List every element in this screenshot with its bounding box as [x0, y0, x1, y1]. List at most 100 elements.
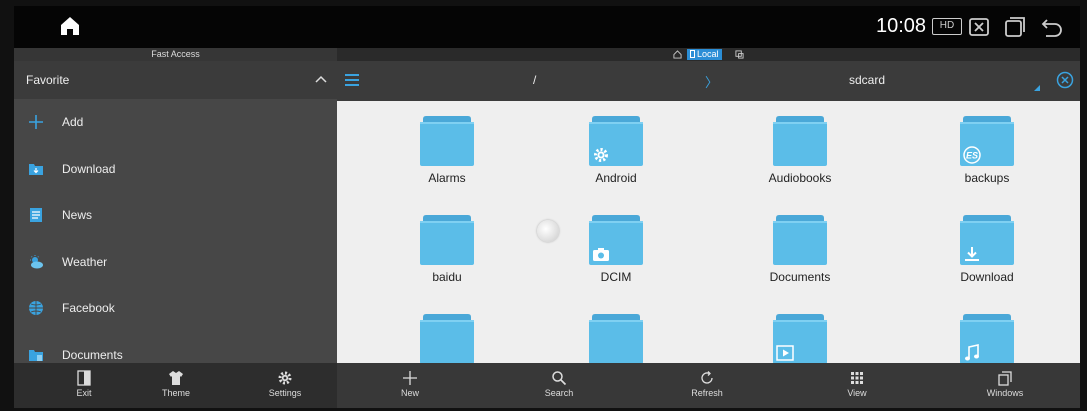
folder-item[interactable]: ES backups [927, 106, 1047, 196]
folder-item[interactable]: Documents [740, 205, 860, 295]
sidebar-item-facebook[interactable]: Facebook [14, 285, 337, 332]
camera-icon [593, 248, 609, 261]
back-icon[interactable] [1041, 16, 1063, 38]
sidebar-item-label: Documents [62, 347, 123, 362]
globe-icon [29, 301, 43, 315]
folder-item[interactable] [556, 304, 676, 363]
download-folder-icon [29, 163, 43, 175]
gear-icon [594, 148, 608, 162]
path-current[interactable]: sdcard [849, 73, 885, 87]
view-button[interactable]: View [837, 363, 877, 408]
sidebar-toolbar: Exit Theme Settings [14, 363, 337, 408]
folder-name: Download [960, 270, 1014, 284]
recent-apps-icon[interactable] [1004, 16, 1026, 38]
location-local-tab[interactable]: Local [687, 49, 722, 60]
folder-name: Audiobooks [768, 171, 832, 185]
settings-button[interactable]: Settings [263, 363, 307, 408]
path-bar: / 〉 sdcard [337, 61, 1080, 101]
fast-access-panel: Fast Access Favorite Add Download News W… [14, 48, 337, 363]
folder-item[interactable]: Android [556, 106, 676, 196]
sidebar-item-add[interactable]: Add [14, 99, 337, 146]
es-logo-icon: ES [963, 146, 981, 164]
refresh-button[interactable]: Refresh [685, 363, 729, 408]
windows-button[interactable]: Windows [980, 363, 1030, 408]
folder-name: DCIM [600, 270, 632, 284]
home-location-icon[interactable] [673, 50, 682, 59]
plus-icon [403, 371, 417, 385]
grid-view-icon [851, 372, 863, 384]
sidebar-item-label: News [62, 208, 93, 222]
network-location-icon[interactable] [735, 50, 744, 59]
home-icon[interactable] [58, 14, 82, 38]
screenshot-icon[interactable] [968, 16, 990, 38]
status-bar: 10:08 HD [14, 6, 1080, 48]
folder-name: Alarms [428, 171, 466, 185]
folder-item[interactable]: baidu [387, 205, 507, 295]
windows-icon [998, 371, 1012, 386]
sidebar-item-label: Weather [62, 254, 108, 269]
main-toolbar: New Search Refresh View Windows [337, 363, 1080, 408]
path-separator: 〉 [705, 75, 719, 90]
favorite-title: Favorite [26, 73, 70, 87]
sidebar-item-news[interactable]: News [14, 192, 337, 239]
new-label: New [400, 388, 419, 398]
sidebar-item-label: Facebook [62, 301, 115, 315]
sidebar-item-label: Add [62, 115, 84, 129]
folder-icon [420, 314, 474, 363]
sidebar-item-weather[interactable]: Weather [14, 239, 337, 286]
documents-icon [29, 349, 43, 361]
chevron-up-icon [315, 75, 327, 83]
exit-icon [77, 370, 91, 386]
search-label: Search [544, 388, 574, 398]
location-local-label: Local [697, 49, 719, 59]
menu-icon[interactable] [345, 74, 359, 86]
settings-label: Settings [268, 388, 302, 398]
shirt-icon [169, 371, 183, 385]
windows-label: Windows [986, 388, 1024, 398]
folder-item[interactable]: Audiobooks [740, 106, 860, 196]
folder-item[interactable] [927, 304, 1047, 363]
folder-name: Android [595, 171, 637, 185]
folder-name: Documents [769, 270, 831, 284]
folder-name: backups [964, 171, 1010, 185]
hd-badge: HD [932, 18, 962, 35]
dropdown-corner-icon [1034, 85, 1040, 91]
music-note-icon [965, 344, 979, 361]
favorite-section-header[interactable]: Favorite [14, 61, 337, 99]
folder-name: baidu [432, 270, 462, 284]
theme-label: Theme [161, 388, 190, 398]
search-button[interactable]: Search [537, 363, 581, 408]
exit-button[interactable]: Exit [64, 363, 104, 408]
weather-icon [30, 254, 43, 268]
clock: 10:08 [876, 15, 927, 37]
new-button[interactable]: New [390, 363, 430, 408]
view-label: View [847, 388, 867, 398]
news-icon [30, 208, 42, 222]
plus-icon [29, 115, 43, 129]
folder-icon [773, 116, 827, 166]
sidebar-item-download[interactable]: Download [14, 146, 337, 193]
path-header: Local / 〉 sdcard [337, 48, 1080, 101]
phone-icon [690, 50, 695, 58]
folder-item[interactable] [387, 304, 507, 363]
folder-icon [773, 215, 827, 265]
refresh-label: Refresh [691, 388, 723, 398]
folder-item[interactable]: DCIM [556, 205, 676, 295]
gear-icon [278, 371, 292, 385]
folder-item[interactable]: Alarms [387, 106, 507, 196]
folder-icon [420, 116, 474, 166]
path-root[interactable]: / [533, 73, 536, 87]
folder-icon [420, 215, 474, 265]
file-grid: Alarms Android Audiobooks ES backups baidu DCI… [337, 101, 1080, 363]
location-strip: Local [337, 48, 1080, 61]
svg-text:ES: ES [966, 151, 978, 161]
folder-icon [589, 314, 643, 363]
folder-item[interactable] [740, 304, 860, 363]
search-icon [552, 371, 567, 386]
download-icon [965, 247, 979, 261]
folder-item[interactable]: Download [927, 205, 1047, 295]
fast-access-header: Fast Access [14, 48, 337, 61]
theme-button[interactable]: Theme [156, 363, 196, 408]
refresh-icon [701, 371, 713, 384]
close-icon[interactable] [1056, 71, 1074, 89]
